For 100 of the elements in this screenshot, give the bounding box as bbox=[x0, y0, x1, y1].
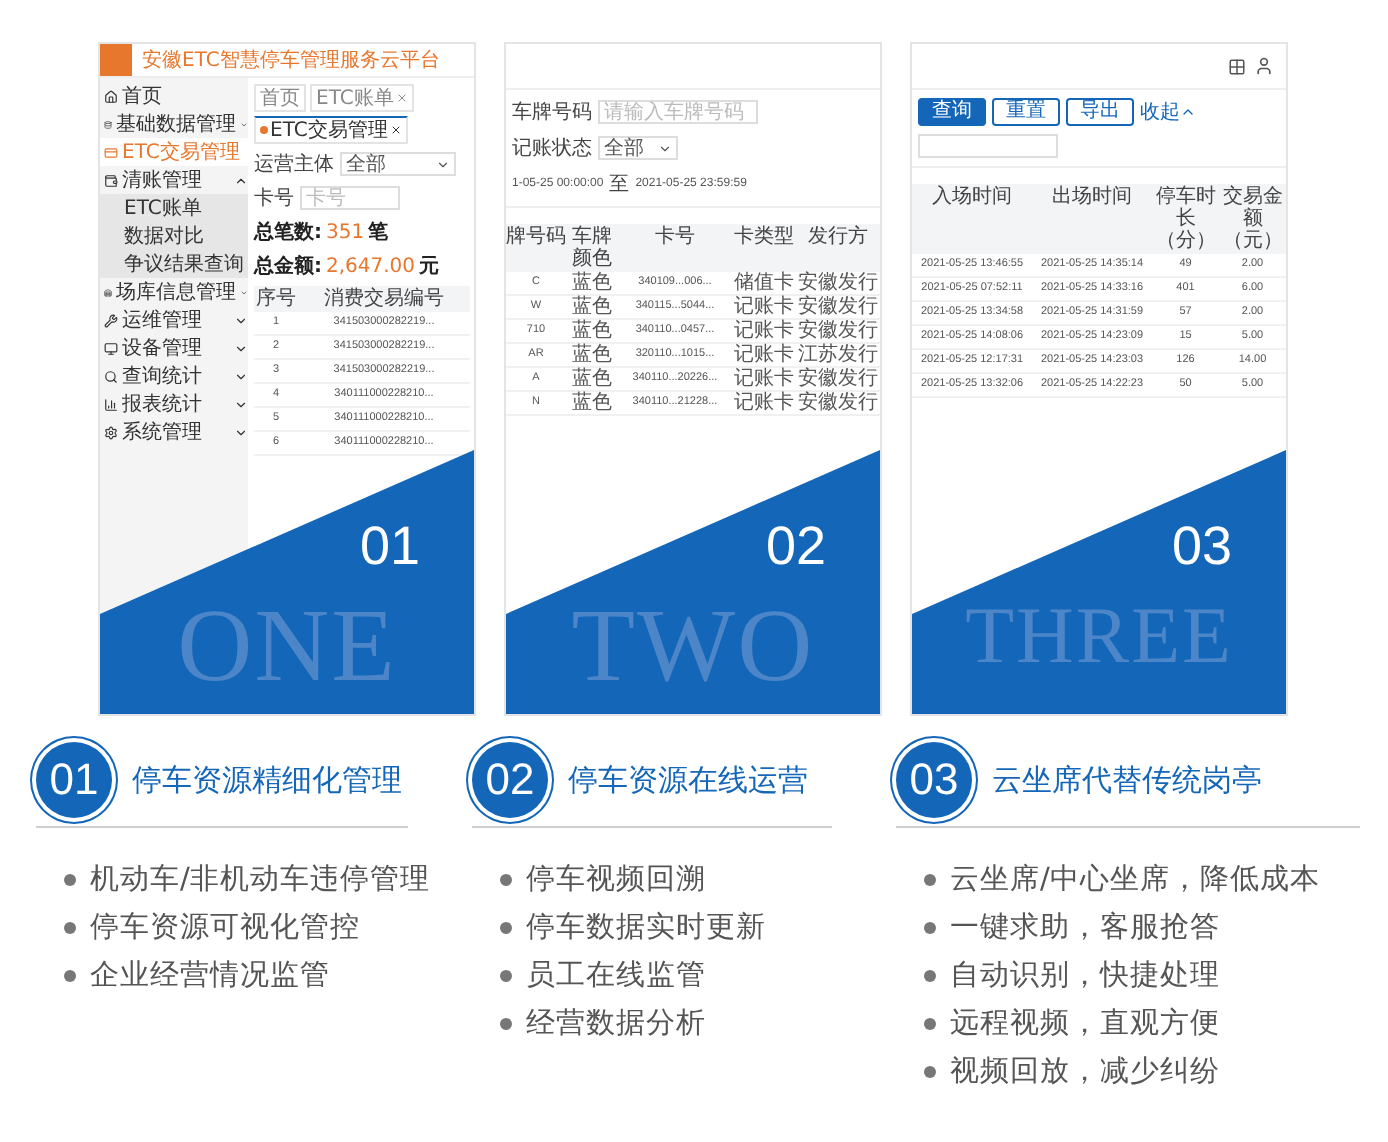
table-cell: 蓝色 bbox=[566, 272, 618, 296]
close-icon[interactable] bbox=[389, 124, 402, 136]
tab[interactable]: ETC交易管理 bbox=[254, 116, 408, 144]
range-separator: 至 bbox=[609, 172, 630, 198]
bullet-dot bbox=[924, 1017, 936, 1029]
apps-icon[interactable] bbox=[1228, 57, 1246, 75]
chevron-up-icon bbox=[234, 173, 248, 187]
bar-chart-icon bbox=[104, 397, 118, 411]
column-header: 牌号码 bbox=[506, 224, 566, 272]
table-cell: 安徽发行 bbox=[796, 368, 880, 392]
feature-bullet: 一键求助，客服抢答 bbox=[950, 909, 1220, 946]
column-header: 出场时间 bbox=[1032, 184, 1152, 254]
select-field[interactable]: 全部 bbox=[340, 152, 456, 176]
chevron-down-icon bbox=[436, 157, 450, 171]
action-button[interactable]: 查询 bbox=[918, 98, 986, 126]
bullet-dot bbox=[924, 1065, 936, 1077]
feature-bullet: 停车视频回溯 bbox=[526, 862, 706, 898]
tab[interactable]: ETC账单 bbox=[310, 84, 414, 112]
chevron-down-icon bbox=[658, 141, 672, 155]
warehouse-icon bbox=[104, 285, 112, 299]
action-button[interactable]: 重置 bbox=[992, 98, 1060, 126]
wallet-icon bbox=[104, 173, 118, 187]
panel-word: THREE bbox=[963, 588, 1235, 682]
sidebar-item[interactable]: 首页 bbox=[100, 82, 248, 110]
table-cell: 蓝色 bbox=[566, 296, 618, 320]
number-badge: 03 bbox=[896, 742, 972, 818]
tab[interactable]: 首页 bbox=[254, 84, 306, 112]
sidebar-item[interactable]: 查询统计 bbox=[100, 362, 248, 390]
table-cell: 江苏发行 bbox=[796, 344, 880, 368]
logo-icon bbox=[100, 44, 132, 76]
bullet-dot bbox=[64, 969, 76, 981]
card-icon bbox=[104, 145, 118, 159]
sidebar-item[interactable]: 设备管理 bbox=[100, 334, 248, 362]
column-header: 卡号 bbox=[618, 224, 732, 272]
sidebar-item[interactable]: 运维管理 bbox=[100, 306, 248, 334]
feature-bullet: 机动车/非机动车违停管理 bbox=[90, 862, 430, 898]
table-cell: 安徽发行 bbox=[796, 296, 880, 320]
active-dot bbox=[260, 126, 268, 134]
summary-unit: 元 bbox=[419, 254, 440, 280]
feature-bullet: 员工在线监管 bbox=[526, 958, 706, 994]
sidebar-item[interactable]: 场库信息管理 bbox=[100, 278, 248, 306]
table-cell: 记账卡 bbox=[732, 296, 796, 320]
user-icon[interactable] bbox=[1254, 56, 1274, 76]
bullet-dot bbox=[500, 873, 512, 885]
panel-number: 03 bbox=[1172, 516, 1233, 578]
bullet-dot bbox=[924, 921, 936, 933]
search-icon bbox=[104, 369, 118, 383]
summary-unit: 笔 bbox=[368, 219, 389, 246]
feature-bullet: 云坐席/中心坐席，降低成本 bbox=[950, 861, 1320, 898]
monitor-icon bbox=[104, 341, 118, 355]
table-cell: 记账卡 bbox=[732, 344, 796, 368]
feature-title: 停车资源精细化管理 bbox=[132, 761, 402, 799]
filter-label: 记账状态 bbox=[512, 135, 592, 162]
wrench-icon bbox=[104, 313, 118, 327]
number-badge: 02 bbox=[472, 742, 548, 818]
feature-bullet: 停车资源可视化管控 bbox=[90, 910, 360, 946]
bullet-dot bbox=[500, 969, 512, 981]
sidebar-item[interactable]: 清账管理 bbox=[100, 166, 248, 194]
column-header: 发行方 bbox=[796, 224, 880, 272]
summary-value: 2,647.00 bbox=[326, 256, 416, 278]
table-cell: 记账卡 bbox=[732, 392, 796, 416]
select-field[interactable]: 全部 bbox=[598, 136, 678, 160]
column-header: 入场时间 bbox=[912, 184, 1032, 254]
sidebar-subitem[interactable]: ETC账单 bbox=[100, 194, 248, 222]
feature-bullet: 经营数据分析 bbox=[526, 1006, 706, 1042]
column-header: 停车时长（分） bbox=[1152, 184, 1219, 254]
sidebar-subitem[interactable]: 数据对比 bbox=[100, 222, 248, 250]
table-cell: 安徽发行 bbox=[796, 320, 880, 344]
feature-title: 停车资源在线运营 bbox=[568, 761, 808, 799]
app-title: 安徽ETC智慧停车管理服务云平台 bbox=[142, 47, 440, 74]
sidebar-subitem[interactable]: 争议结果查询 bbox=[100, 250, 248, 278]
table-cell: 蓝色 bbox=[566, 344, 618, 368]
feature-bullet: 自动识别，快捷处理 bbox=[950, 958, 1220, 994]
home-icon bbox=[104, 89, 118, 103]
sidebar-item[interactable]: 报表统计 bbox=[100, 390, 248, 418]
panel-word: ONE bbox=[175, 588, 399, 706]
number-badge: 01 bbox=[36, 742, 112, 818]
table-cell: 安徽发行 bbox=[796, 392, 880, 416]
bullet-dot bbox=[64, 873, 76, 885]
panel-number: 01 bbox=[360, 516, 421, 578]
chevron-up-icon bbox=[1180, 104, 1196, 120]
summary-label: 总笔数: bbox=[254, 219, 322, 246]
bullet-dot bbox=[924, 969, 936, 981]
bullet-dot bbox=[500, 921, 512, 933]
feature-bullet: 企业经营情况监管 bbox=[90, 958, 330, 994]
bullet-dot bbox=[924, 873, 936, 885]
sidebar-item[interactable]: 系统管理 bbox=[100, 418, 248, 446]
action-button[interactable]: 导出 bbox=[1066, 98, 1134, 126]
table-cell: 记账卡 bbox=[732, 368, 796, 392]
sidebar-item[interactable]: 基础数据管理 bbox=[100, 110, 248, 138]
column-header: 交易金额（元） bbox=[1219, 184, 1286, 254]
feature-bullet: 停车数据实时更新 bbox=[526, 909, 766, 946]
column-header: 车牌颜色 bbox=[566, 224, 618, 272]
collapse-link[interactable]: 收起 bbox=[1140, 98, 1196, 126]
table-cell: 蓝色 bbox=[566, 368, 618, 392]
feature-bullet: 视频回放，减少纠纷 bbox=[950, 1054, 1220, 1090]
feature-title: 云坐席代替传统岗亭 bbox=[992, 761, 1262, 799]
filter-label: 卡号 bbox=[254, 185, 294, 212]
filter-label: 运营主体 bbox=[254, 151, 334, 178]
input-field[interactable] bbox=[918, 134, 1058, 158]
